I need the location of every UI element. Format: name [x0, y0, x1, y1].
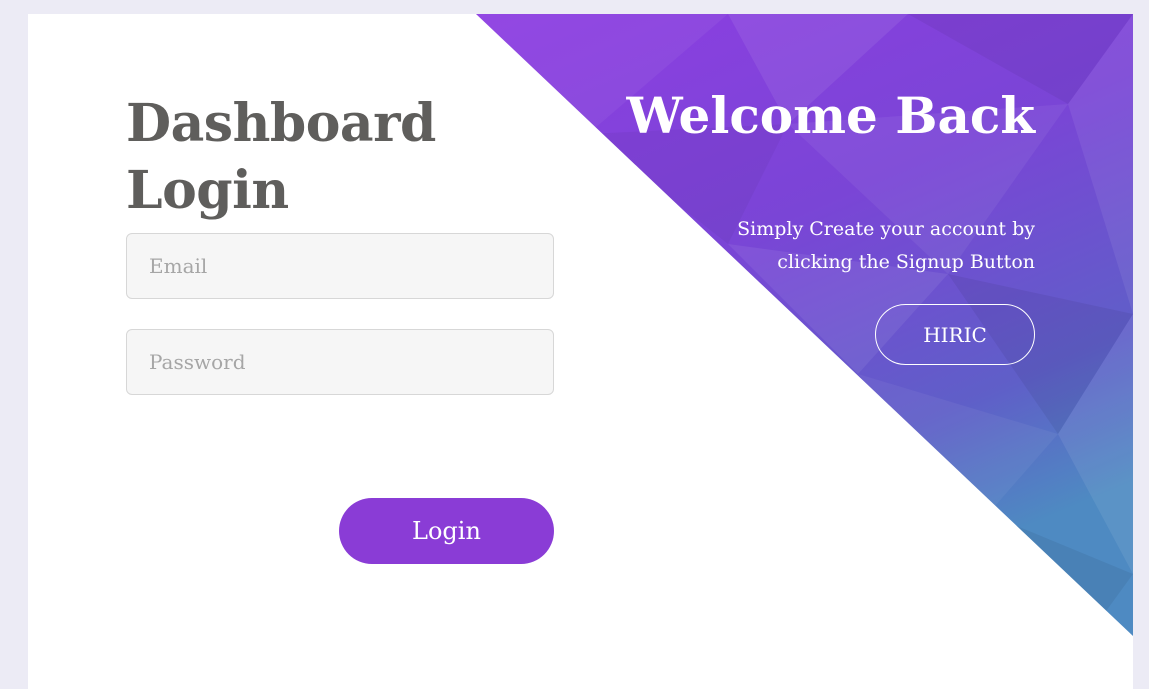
welcome-subtext-line2: clicking the Signup Button	[777, 251, 1035, 273]
title-line-dashboard: Dashboard	[126, 93, 436, 154]
welcome-subtext-line1: Simply Create your account by	[737, 218, 1035, 240]
password-field[interactable]	[126, 329, 554, 395]
welcome-heading: Welcome Back	[626, 86, 1035, 145]
login-button[interactable]: Login	[339, 498, 554, 564]
title-line-login: Login	[126, 160, 289, 221]
login-card: Dashboard Login Login Welcome Back Simpl…	[28, 14, 1133, 689]
signup-button[interactable]: HIRIC	[875, 304, 1035, 365]
page-title: Dashboard Login	[126, 90, 436, 224]
email-field[interactable]	[126, 233, 554, 299]
welcome-subtext: Simply Create your account by clicking t…	[675, 213, 1035, 279]
